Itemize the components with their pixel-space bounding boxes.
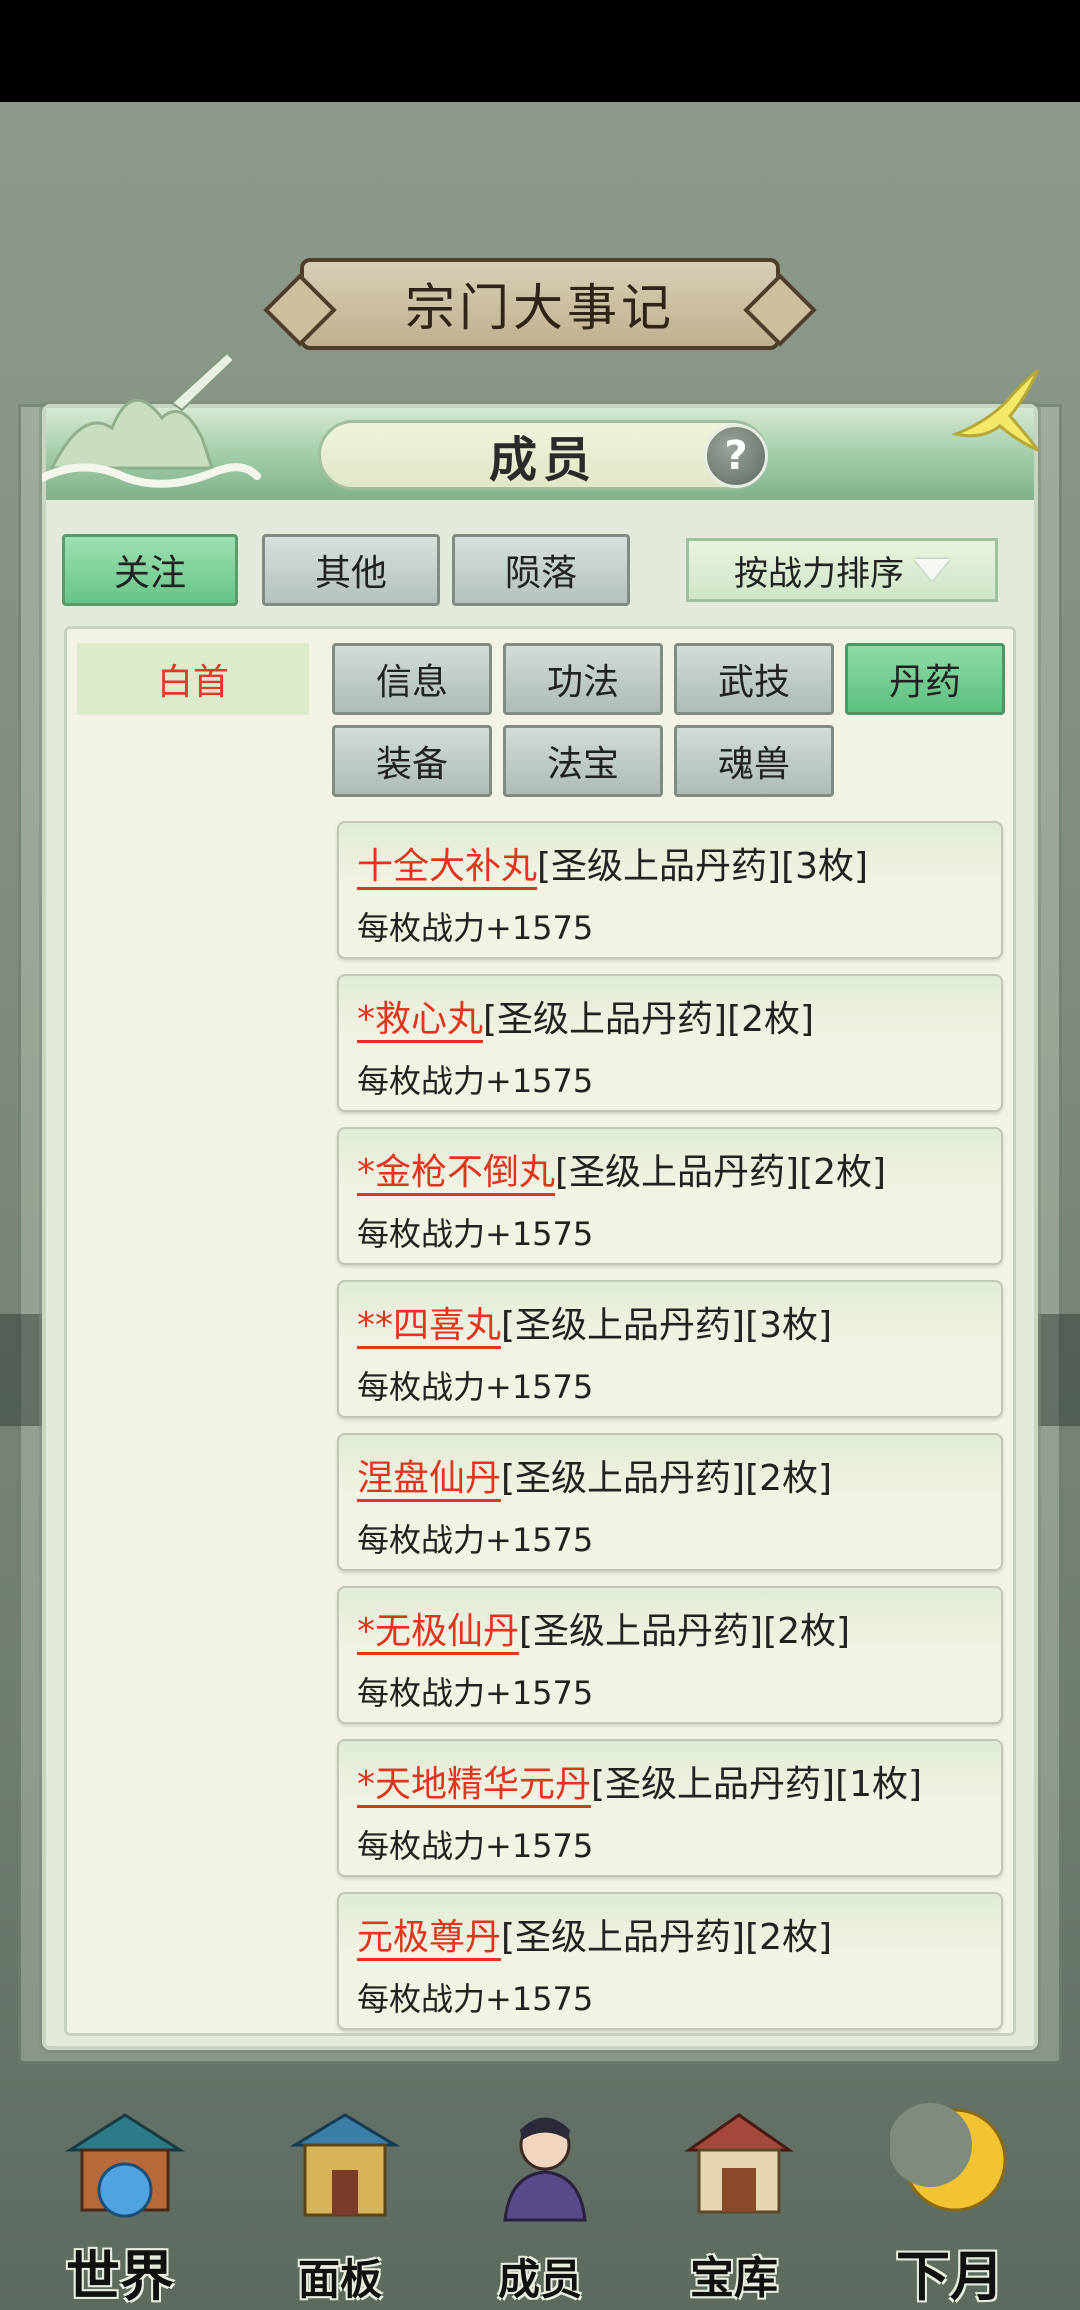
nav-member-button[interactable]: 成员 [440,2060,640,2310]
pill-count: [2枚] [799,1152,887,1193]
pill-card: *天地精华元丹[圣级上品丹药][1枚] 每枚战力+1575 [337,1739,1003,1877]
pill-count: [1枚] [835,1764,923,1805]
pill-count: [2枚] [745,1458,833,1499]
pill-title-line: 元极尊丹[圣级上品丹药][2枚] [357,1908,833,1961]
tab-info[interactable]: 信息 [332,643,492,715]
mountain-cloud-decoration-icon [42,351,261,488]
event-record-title: 宗门大事记 [405,279,675,337]
tab-beasts[interactable]: 魂兽 [674,725,834,797]
pill-title-line: **四喜丸[圣级上品丹药][3枚] [357,1296,833,1349]
pill-name-link[interactable]: *天地精华元丹 [357,1764,592,1808]
pill-grade: [圣级上品丹药] [519,1611,764,1652]
tab-artifacts[interactable]: 法宝 [503,725,663,797]
member-detail-panel: 白首 信息 功法 武技 丹药 装备 法宝 魂兽 十全大补丸[圣级上品丹药][3枚… [64,626,1016,2036]
pill-name-link[interactable]: **四喜丸 [357,1305,502,1349]
sort-by-power-dropdown[interactable]: 按战力排序 [686,538,998,602]
pill-card: *无极仙丹[圣级上品丹药][2枚] 每枚战力+1575 [337,1586,1003,1724]
pill-grade: [圣级上品丹药] [555,1152,800,1193]
pill-title-line: *金枪不倒丸[圣级上品丹药][2枚] [357,1143,887,1196]
member-list-item[interactable]: 白首 [77,643,309,715]
event-record-title-plaque: 宗门大事记 [300,258,780,350]
pill-count: [2枚] [745,1917,833,1958]
nav-panel-label: 面板 [297,2255,382,2304]
bottom-nav: 世界 面板 成员 宝库 下月 [0,2060,1080,2310]
pill-name-link[interactable]: 元极尊丹 [357,1917,502,1961]
filter-others-button[interactable]: 其他 [262,534,440,606]
nav-world-label: 世界 [66,2244,174,2308]
pill-grade: [圣级上品丹药] [537,846,782,887]
pill-grade: [圣级上品丹药] [501,1917,746,1958]
pill-card: 涅盘仙丹[圣级上品丹药][2枚] 每枚战力+1575 [337,1433,1003,1571]
next-month-icon [890,2103,1007,2212]
tab-martial-arts[interactable]: 武技 [674,643,834,715]
panel-icon [289,2113,401,2217]
pill-card: 元极尊丹[圣级上品丹药][2枚] 每枚战力+1575 [337,1892,1003,2030]
pill-card: 十全大补丸[圣级上品丹药][3枚] 每枚战力+1575 [337,821,1003,959]
pill-card: *救心丸[圣级上品丹药][2枚] 每枚战力+1575 [337,974,1003,1112]
nav-treasury-button[interactable]: 宝库 [634,2060,834,2310]
pill-grade: [圣级上品丹药] [501,1305,746,1346]
filter-fallen-button[interactable]: 陨落 [452,534,630,606]
pill-grade: [圣级上品丹药] [483,999,728,1040]
pill-power-bonus: 每枚战力+1575 [357,1980,594,2018]
pill-power-bonus: 每枚战力+1575 [357,1215,594,1253]
pill-name-link[interactable]: *金枪不倒丸 [357,1152,556,1196]
status-bar [0,0,1080,102]
pill-count: [3枚] [781,846,869,887]
sort-label: 按战力排序 [734,553,904,594]
close-icon[interactable] [946,362,1046,462]
pill-name-link[interactable]: *救心丸 [357,999,484,1043]
dropdown-triangle-icon [914,559,950,581]
nav-next-month-button[interactable]: 下月 [850,2060,1050,2310]
nav-treasury-label: 宝库 [690,2253,778,2304]
pill-count: [3枚] [745,1305,833,1346]
members-modal: 成员 ? 关注 其他 陨落 按战力排序 白首 信息 功法 武技 丹药 装备 法宝… [42,351,1040,2050]
tab-skills[interactable]: 功法 [503,643,663,715]
pill-power-bonus: 每枚战力+1575 [357,1368,594,1406]
member-icon [503,2117,587,2222]
nav-member-label: 成员 [497,2255,582,2304]
pill-grade: [圣级上品丹药] [501,1458,746,1499]
filter-follow-button[interactable]: 关注 [62,534,238,606]
modal-title-plaque: 成员 [318,420,768,490]
pill-power-bonus: 每枚战力+1575 [357,1674,594,1712]
pill-count: [2枚] [727,999,815,1040]
pill-name-link[interactable]: 涅盘仙丹 [357,1458,502,1502]
modal-title: 成员 [488,432,597,488]
pill-title-line: *天地精华元丹[圣级上品丹药][1枚] [357,1755,923,1808]
pill-power-bonus: 每枚战力+1575 [357,1827,594,1865]
pill-power-bonus: 每枚战力+1575 [357,1521,594,1559]
treasury-icon [684,2113,794,2214]
pill-card: **四喜丸[圣级上品丹药][3枚] 每枚战力+1575 [337,1280,1003,1418]
tab-pills[interactable]: 丹药 [845,643,1005,715]
pill-name-link[interactable]: *无极仙丹 [357,1611,520,1655]
tab-equipment[interactable]: 装备 [332,725,492,797]
pill-power-bonus: 每枚战力+1575 [357,909,594,947]
pill-title-line: *救心丸[圣级上品丹药][2枚] [357,990,815,1043]
pill-name-link[interactable]: 十全大补丸 [357,846,538,890]
pill-title-line: 十全大补丸[圣级上品丹药][3枚] [357,837,869,890]
pill-title-line: 涅盘仙丹[圣级上品丹药][2枚] [357,1449,833,1502]
help-icon[interactable]: ? [704,424,768,488]
nav-next-month-label: 下月 [896,2244,1004,2308]
nav-world-button[interactable]: 世界 [20,2060,220,2310]
pill-grade: [圣级上品丹药] [591,1764,836,1805]
pill-title-line: *无极仙丹[圣级上品丹药][2枚] [357,1602,851,1655]
world-icon [64,2113,186,2218]
pill-power-bonus: 每枚战力+1575 [357,1062,594,1100]
pill-count: [2枚] [763,1611,851,1652]
nav-panel-button[interactable]: 面板 [240,2060,440,2310]
pill-card: *金枪不倒丸[圣级上品丹药][2枚] 每枚战力+1575 [337,1127,1003,1265]
